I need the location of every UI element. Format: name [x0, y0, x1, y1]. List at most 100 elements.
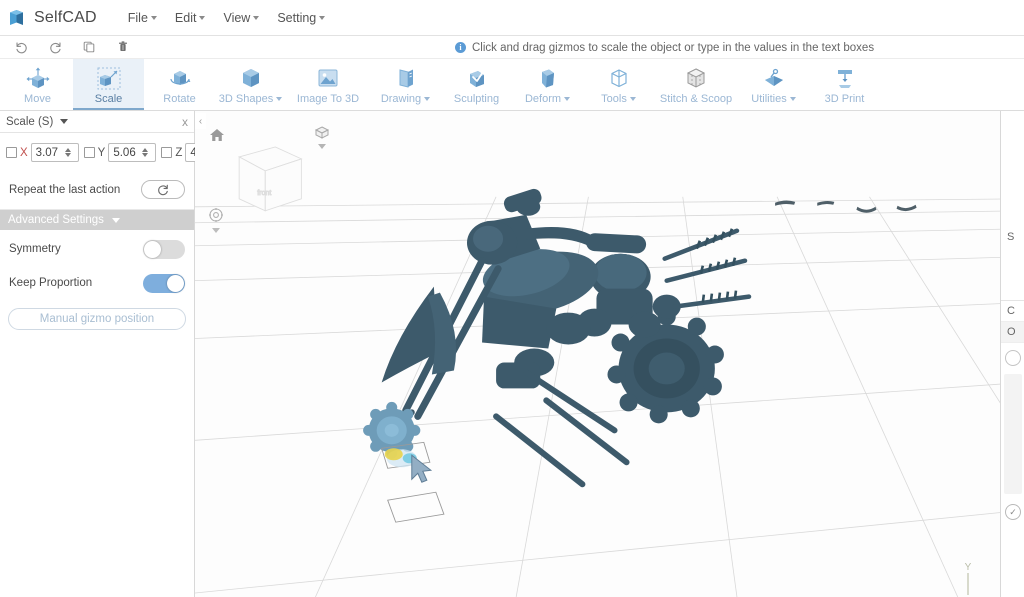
menu-edit[interactable]: Edit: [166, 7, 215, 29]
tool-3d-print[interactable]: 3D Print: [809, 59, 880, 110]
chevron-down-icon: [789, 97, 796, 101]
right-panel-check-button[interactable]: ✓: [1005, 504, 1021, 520]
right-panel-radio[interactable]: [1005, 350, 1021, 366]
chevron-down-icon: [253, 15, 260, 20]
utilities-icon: [761, 64, 787, 91]
view-cube-button[interactable]: [313, 125, 331, 156]
origin-cube: front: [237, 146, 303, 212]
view-cube-icon: [314, 126, 330, 149]
scale-icon: [96, 64, 122, 91]
drawing-icon: [393, 64, 419, 91]
keep-proportion-label: Keep Proportion: [9, 277, 93, 289]
stitch-scoop-icon: [683, 64, 709, 91]
tool-stitch-and-scoop[interactable]: Stitch & Scoop: [654, 59, 738, 110]
viewport-3d[interactable]: ‹ front Y: [195, 111, 1024, 597]
menu-bar: SelfCAD File Edit View Setting: [0, 0, 1024, 36]
chevron-down-icon[interactable]: [64, 153, 71, 157]
menu-setting-label: Setting: [277, 10, 317, 25]
axis-x-stepper[interactable]: [30, 143, 79, 162]
home-button[interactable]: [209, 127, 225, 148]
axis-group-y: Y: [83, 143, 157, 162]
distant-objects: [775, 200, 917, 213]
scale-settings-panel: Scale (S) x X 3.07 Y 5.06 Z 4.91 Repeat …: [0, 111, 234, 597]
tool-3d-shapes[interactable]: 3D Shapes: [215, 59, 286, 110]
home-icon: [210, 129, 224, 141]
cube-icon: [238, 64, 264, 91]
right-panel-row-o[interactable]: O: [1001, 322, 1024, 343]
menu-view[interactable]: View: [214, 7, 268, 29]
tool-rotate[interactable]: Rotate: [144, 59, 215, 110]
brand-name: SelfCAD: [34, 8, 97, 26]
tool-sculpting[interactable]: Sculpting: [441, 59, 512, 110]
delete-button[interactable]: [106, 37, 140, 58]
menu-file[interactable]: File: [119, 7, 166, 29]
axis-z-checkbox[interactable]: [161, 147, 173, 158]
copy-button[interactable]: [72, 37, 106, 58]
tool-utilities[interactable]: Utilities: [738, 59, 809, 110]
repeat-last-action-button[interactable]: [141, 180, 185, 199]
rotate-icon: [167, 64, 193, 91]
keep-proportion-toggle[interactable]: [143, 273, 185, 293]
tool-scale[interactable]: Scale: [73, 59, 144, 110]
tool-3d-shapes-label: 3D Shapes: [219, 93, 283, 105]
redo-icon: [49, 41, 61, 53]
chevron-down-icon: [150, 15, 157, 20]
copy-icon: [83, 41, 95, 53]
axis-x-checkbox[interactable]: [6, 147, 17, 158]
right-side-panel[interactable]: S C O ✓: [1000, 111, 1024, 597]
scale-axis-row: X Y: [0, 133, 234, 170]
right-panel-row-c[interactable]: C: [1001, 301, 1024, 322]
trash-icon: [119, 41, 127, 51]
toggle-knob: [167, 274, 184, 292]
info-icon: i: [455, 42, 466, 53]
menu-edit-label: Edit: [174, 10, 197, 25]
tool-utilities-label: Utilities: [751, 93, 796, 105]
axis-z-label: Z: [175, 146, 183, 159]
tool-image-to-3d[interactable]: Image To 3D: [286, 59, 370, 110]
axis-y-stepper[interactable]: [108, 143, 157, 162]
keep-proportion-row: Keep Proportion: [0, 268, 194, 298]
mouse-cursor: [411, 454, 433, 483]
right-panel-label-s: S: [1007, 231, 1015, 243]
main-body: Scale (S) x X 3.07 Y 5.06 Z 4.91 Repeat …: [0, 111, 1024, 597]
axis-x-spin-arrows[interactable]: [64, 148, 71, 157]
axis-y-spin-arrows[interactable]: [142, 148, 149, 157]
axis-y-checkbox[interactable]: [83, 147, 95, 158]
undo-button[interactable]: [4, 37, 38, 58]
tool-move-label: Move: [24, 93, 51, 105]
chevron-down-icon: [111, 217, 120, 223]
refresh-icon: [158, 184, 168, 195]
symmetry-toggle[interactable]: [143, 239, 185, 259]
chevron-down-icon: [564, 97, 571, 101]
chevron-up-icon[interactable]: [142, 148, 149, 152]
tool-tools-label: Tools: [601, 93, 636, 105]
advanced-settings-header[interactable]: Advanced Settings: [0, 210, 194, 230]
action-bar: i Click and drag gizmos to scale the obj…: [0, 36, 1024, 59]
tool-drawing[interactable]: Drawing: [370, 59, 441, 110]
tool-3d-print-label: 3D Print: [824, 93, 865, 105]
tool-tools[interactable]: Tools: [583, 59, 654, 110]
right-panel-slider-track[interactable]: [1004, 374, 1022, 494]
scale-y-input[interactable]: [113, 146, 141, 159]
collapse-panel-button[interactable]: ‹: [195, 113, 206, 129]
menu-setting[interactable]: Setting: [268, 7, 334, 29]
chevron-down-icon[interactable]: [60, 119, 69, 124]
tools-icon: [606, 64, 632, 91]
symmetry-row: Symmetry: [0, 234, 194, 264]
tool-deform[interactable]: Deform: [512, 59, 583, 110]
scale-x-input[interactable]: [35, 146, 63, 159]
close-panel-button[interactable]: x: [182, 115, 188, 129]
panel-header: Scale (S) x: [0, 111, 194, 133]
move-icon: [25, 64, 51, 91]
tool-drawing-label: Drawing: [381, 93, 431, 105]
orbit-button[interactable]: [207, 207, 225, 240]
panel-title: Scale (S): [6, 115, 54, 128]
chevron-down-icon: [424, 97, 431, 101]
redo-button[interactable]: [38, 37, 72, 58]
chevron-down-icon[interactable]: [142, 153, 149, 157]
manual-gizmo-position-button[interactable]: Manual gizmo position: [8, 308, 186, 330]
motorcycle-model[interactable]: [363, 187, 752, 488]
chevron-up-icon[interactable]: [64, 148, 71, 152]
tool-move[interactable]: Move: [2, 59, 73, 110]
tool-sculpting-label: Sculpting: [453, 93, 500, 105]
